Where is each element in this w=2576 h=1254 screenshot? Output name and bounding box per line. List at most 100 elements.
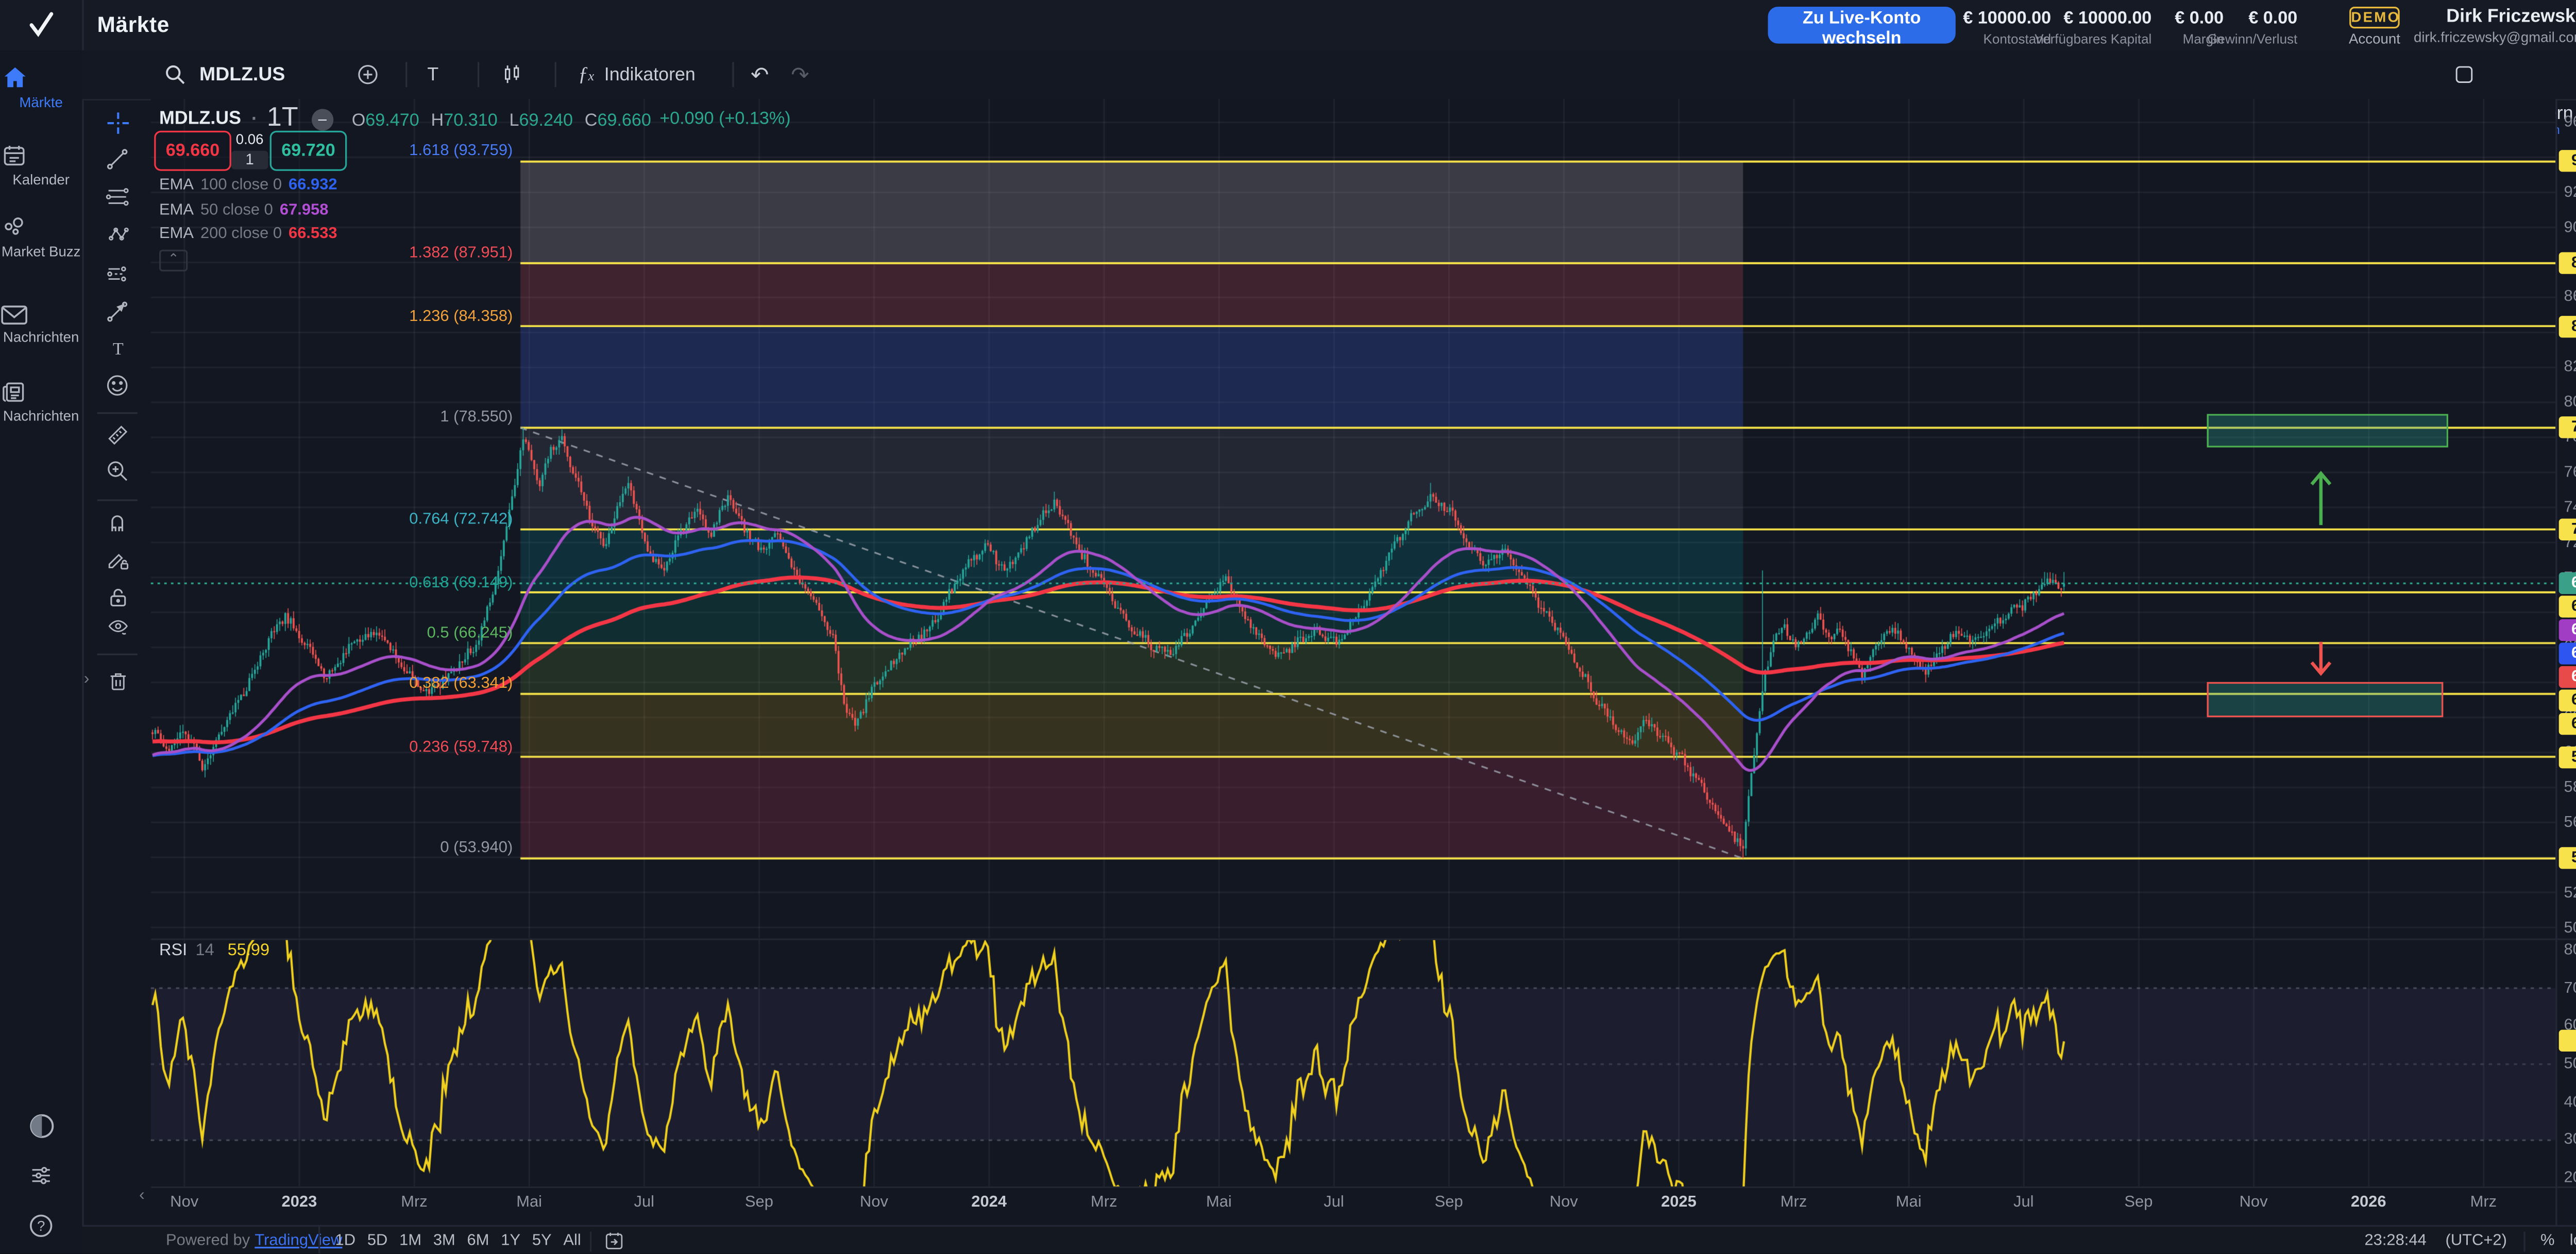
time-tick-Nov: Nov: [1550, 1193, 1578, 1212]
layout-icon[interactable]: [2453, 50, 2475, 99]
time-tick-Mai: Mai: [1206, 1193, 1232, 1212]
time-tick-Nov: Nov: [2240, 1193, 2268, 1212]
range-button-5d[interactable]: 5D: [367, 1232, 388, 1250]
time-tick-Mai: Mai: [516, 1193, 542, 1212]
rsi-tick: 70.00: [2564, 979, 2576, 997]
fib-label-0.382: 0.382 (63.341): [0, 675, 513, 693]
toolbar-collapse-chevron[interactable]: ‹: [139, 1187, 145, 1205]
time-tick-Nov: Nov: [860, 1193, 888, 1212]
price-chip-66.932: 66.932: [2559, 643, 2576, 665]
symbol-search-button[interactable]: MDLZ.US: [163, 50, 285, 99]
chart-type-button[interactable]: [499, 50, 524, 99]
redo-icon[interactable]: ↷: [791, 50, 809, 99]
time-tick-Sep: Sep: [2124, 1193, 2153, 1212]
panel-expand-chevron[interactable]: ›: [84, 670, 90, 689]
toolbar-divider: [97, 499, 138, 501]
switch-live-account-button[interactable]: Zu Live-Konto wechseln: [1768, 7, 1955, 44]
price-tick: 92.000: [2564, 183, 2576, 201]
range-button-1d[interactable]: 1D: [335, 1232, 356, 1250]
interval-button[interactable]: T: [427, 50, 438, 99]
stat-value: € 10000.00: [2035, 8, 2151, 28]
legend-more-button[interactable]: –: [312, 108, 333, 130]
price-tick: 80.000: [2564, 393, 2576, 412]
ema-row-200[interactable]: EMA200 close 066.533: [159, 225, 337, 243]
sidebar-item-märkte[interactable]: Märkte: [0, 64, 82, 111]
demo-badge: DEMO: [2349, 7, 2400, 28]
scale-button-log[interactable]: log: [2570, 1232, 2576, 1250]
time-tick-Mai: Mai: [1896, 1193, 1922, 1212]
compare-add-button[interactable]: [355, 50, 381, 99]
rsi-tick: 50.00: [2564, 1055, 2576, 1074]
ema-row-100[interactable]: EMA100 close 066.932: [159, 176, 337, 195]
time-tick-Jul: Jul: [634, 1193, 654, 1212]
fib-label-0.5: 0.5 (66.245): [0, 624, 513, 642]
time-axis[interactable]: [151, 1187, 2555, 1225]
legend-symbol[interactable]: MDLZ.US: [159, 109, 241, 129]
range-button-6m[interactable]: 6M: [467, 1232, 489, 1250]
price-chip-63.341: 63.341: [2559, 714, 2576, 735]
indicators-button[interactable]: ƒx Indikatoren: [578, 50, 696, 99]
time-tick-Nov: Nov: [170, 1193, 198, 1212]
ohlc-l: L69.240: [509, 104, 572, 134]
ohlc-c: C69.660: [585, 104, 651, 134]
price-chip-67.958: 67.958: [2559, 619, 2576, 641]
price-chip-72.742: 72.742: [2559, 519, 2576, 540]
price-chip-59.748: 59.748: [2559, 746, 2576, 768]
undo-icon[interactable]: ↶: [751, 50, 769, 99]
stat-value: € 0.00: [2207, 8, 2297, 28]
svg-text:?: ?: [37, 1218, 45, 1234]
price-tick: 76.000: [2564, 463, 2576, 482]
time-tick-2025: 2025: [1661, 1193, 1697, 1212]
range-button-3m[interactable]: 3M: [433, 1232, 455, 1250]
help-icon[interactable]: ?: [27, 1212, 55, 1240]
tool-text-icon[interactable]: T: [94, 332, 141, 365]
home-icon: [0, 64, 82, 92]
range-button-5y[interactable]: 5Y: [532, 1232, 552, 1250]
price-tick: 50.000: [2564, 919, 2576, 937]
fib-label-1.618: 1.618 (93.759): [0, 142, 513, 161]
scale-button-%[interactable]: %: [2540, 1232, 2554, 1250]
account-stat: € 10000.00 Verfügbares Kapital: [2035, 8, 2151, 47]
svg-text:T: T: [112, 340, 123, 359]
down-arrow-drawing[interactable]: [2308, 639, 2334, 678]
contrast-icon[interactable]: [27, 1111, 57, 1141]
legend-change: +0.090 (+0.13%): [659, 109, 790, 129]
range-button-1m[interactable]: 1M: [399, 1232, 421, 1250]
price-chip-84.358: 84.358: [2559, 315, 2576, 337]
tool-crosshair-icon[interactable]: [94, 106, 141, 139]
tool-zoom-in-icon[interactable]: [94, 454, 141, 487]
app-logo[interactable]: [25, 8, 57, 40]
long-target-box[interactable]: [2208, 415, 2448, 447]
goto-date-icon[interactable]: [603, 1230, 625, 1251]
sliders-icon[interactable]: [27, 1163, 55, 1188]
tradingview-link[interactable]: TradingView: [255, 1232, 342, 1250]
price-tick: 90.000: [2564, 218, 2576, 236]
range-button-all[interactable]: All: [563, 1232, 581, 1250]
tool-draw-lock-icon[interactable]: [94, 543, 141, 577]
time-tick-2026: 2026: [2351, 1193, 2386, 1212]
stat-label: Gewinn/Verlust: [2207, 32, 2297, 47]
ema-row-50[interactable]: EMA50 close 067.958: [159, 200, 328, 219]
clock[interactable]: 23:28:44: [2364, 1232, 2426, 1250]
short-target-box[interactable]: [2208, 682, 2443, 718]
range-button-1y[interactable]: 1Y: [501, 1232, 520, 1250]
tool-fib-icon[interactable]: [94, 179, 141, 213]
time-tick-Jul: Jul: [1324, 1193, 1344, 1212]
fx-icon: ƒx: [578, 62, 594, 87]
price-chip-93.759: 93.759: [2559, 150, 2576, 172]
top-bar: Märkte Zu Live-Konto wechseln € 10000.00…: [0, 0, 2576, 52]
fib-label-0.618: 0.618 (69.149): [0, 573, 513, 591]
news-icon: [0, 379, 82, 405]
stat-label: Verfügbares Kapital: [2035, 32, 2151, 47]
bubbles-icon: [0, 214, 82, 241]
tool-emoji-icon[interactable]: [94, 369, 141, 402]
price-tick: 52.000: [2564, 884, 2576, 902]
up-arrow-drawing[interactable]: [2308, 469, 2334, 529]
time-tick-Sep: Sep: [745, 1193, 773, 1212]
rsi-chart-canvas[interactable]: [151, 938, 2555, 1186]
fib-label-1: 1 (78.550): [0, 409, 513, 427]
rsi-chip: 55.99: [2559, 1030, 2576, 1052]
price-chip-53.940: 53.940: [2559, 848, 2576, 869]
sidebar-item-label: Nachrichten: [0, 330, 82, 346]
timezone-label[interactable]: (UTC+2): [2446, 1232, 2507, 1250]
